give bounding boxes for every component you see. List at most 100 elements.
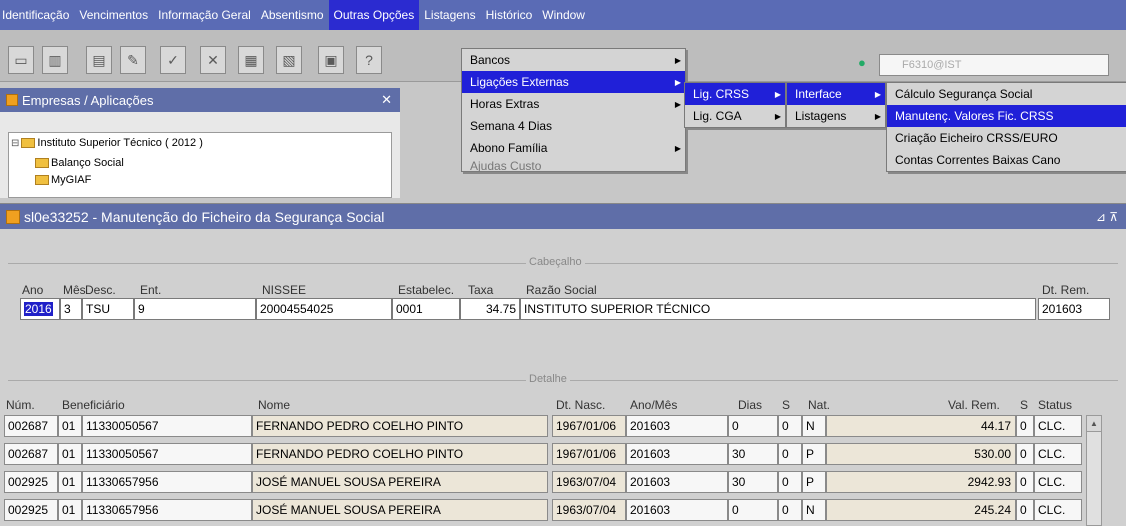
menu-item-lig-crss[interactable]: Lig. CRSS ▶ bbox=[685, 83, 785, 105]
table-cell[interactable]: P bbox=[802, 471, 826, 493]
table-icon[interactable]: ▧ bbox=[276, 46, 302, 74]
dt-rem-label: Dt. Rem. bbox=[1042, 283, 1090, 297]
table-cell[interactable]: CLC. bbox=[1034, 471, 1082, 493]
scroll-up-icon[interactable]: ▲ bbox=[1087, 416, 1101, 432]
expand-icon[interactable]: ⊟ bbox=[11, 138, 19, 149]
dt-rem-field[interactable]: 201603 bbox=[1038, 298, 1110, 320]
table-cell[interactable]: 01 bbox=[58, 443, 82, 465]
table-cell[interactable]: 002687 bbox=[4, 415, 58, 437]
table-cell[interactable]: 0 bbox=[1016, 471, 1034, 493]
table-cell[interactable]: 0 bbox=[728, 499, 778, 521]
table-cell[interactable]: 201603 bbox=[626, 471, 728, 493]
tree-item[interactable]: ⊟ Instituto Superior Técnico ( 2012 ) bbox=[9, 133, 391, 153]
table-cell[interactable]: 0 bbox=[778, 499, 802, 521]
table-cell[interactable]: 002925 bbox=[4, 471, 58, 493]
table-cell[interactable]: 0 bbox=[778, 471, 802, 493]
menu-absentismo[interactable]: Absentismo bbox=[256, 0, 329, 30]
estabelec-field[interactable]: 0001 bbox=[392, 298, 460, 320]
table-cell[interactable]: 11330657956 bbox=[82, 499, 252, 521]
menu-item-manutenc-valores-fic-crss[interactable]: Manutenç. Valores Fic. CRSS bbox=[887, 105, 1126, 127]
scrollbar[interactable]: ▲ bbox=[1086, 415, 1102, 526]
table-cell[interactable]: 002925 bbox=[4, 499, 58, 521]
table-cell[interactable]: N bbox=[802, 499, 826, 521]
col-nat: Nat. bbox=[808, 398, 831, 412]
save-icon[interactable]: ▤ bbox=[86, 46, 112, 74]
print-icon[interactable]: ▣ bbox=[318, 46, 344, 74]
menu-item-listagens[interactable]: Listagens ▶ bbox=[787, 105, 885, 127]
table-cell[interactable]: 11330050567 bbox=[82, 443, 252, 465]
tree-item[interactable]: Balanço Social bbox=[9, 153, 391, 173]
menu-item-criacao-ficheiro-crss-euro[interactable]: Criação Eicheiro CRSS/EURO bbox=[887, 127, 1126, 149]
window-controls-icon[interactable]: ⊿ ⊼ bbox=[1096, 210, 1118, 224]
table-cell[interactable]: N bbox=[802, 415, 826, 437]
table-cell[interactable]: 30 bbox=[728, 443, 778, 465]
table-cell[interactable]: CLC. bbox=[1034, 499, 1082, 521]
menu-informacao-geral[interactable]: Informação Geral bbox=[153, 0, 256, 30]
table-cell[interactable]: 201603 bbox=[626, 443, 728, 465]
help-icon[interactable]: ? bbox=[356, 46, 382, 74]
table-cell[interactable]: CLC. bbox=[1034, 415, 1082, 437]
delete-icon[interactable]: ✕ bbox=[200, 46, 226, 74]
open-icon[interactable]: ▥ bbox=[42, 46, 68, 74]
menu-item-calculo-seguranca-social[interactable]: Cálculo Segurança Social bbox=[887, 83, 1126, 105]
table-cell[interactable]: FERNANDO PEDRO COELHO PINTO bbox=[252, 415, 548, 437]
ent-field[interactable]: 9 bbox=[134, 298, 256, 320]
table-cell[interactable]: 01 bbox=[58, 499, 82, 521]
list-icon[interactable]: ▦ bbox=[238, 46, 264, 74]
table-cell[interactable]: 002687 bbox=[4, 443, 58, 465]
menu-item-interface[interactable]: Interface ▶ bbox=[787, 83, 885, 105]
menu-item-ajudas-custo[interactable]: Ajudas Custo bbox=[462, 159, 685, 171]
menu-item-lig-cga[interactable]: Lig. CGA ▶ bbox=[685, 105, 785, 127]
table-cell[interactable]: 2942.93 bbox=[826, 471, 1016, 493]
menu-identificacao[interactable]: Identificação bbox=[0, 0, 74, 30]
table-cell[interactable]: 201603 bbox=[626, 499, 728, 521]
menu-historico[interactable]: Histórico bbox=[481, 0, 538, 30]
table-cell[interactable]: P bbox=[802, 443, 826, 465]
menu-vencimentos[interactable]: Vencimentos bbox=[74, 0, 153, 30]
taxa-field[interactable]: 34.75 bbox=[460, 298, 520, 320]
table-cell[interactable]: 530.00 bbox=[826, 443, 1016, 465]
menu-item-bancos[interactable]: Bancos ▶ bbox=[462, 49, 685, 71]
table-cell[interactable]: 0 bbox=[778, 415, 802, 437]
table-cell[interactable]: JOSÉ MANUEL SOUSA PEREIRA bbox=[252, 471, 548, 493]
menu-outras-opcoes[interactable]: Outras Opções bbox=[328, 0, 420, 30]
table-cell[interactable]: 0 bbox=[728, 415, 778, 437]
table-cell[interactable]: 44.17 bbox=[826, 415, 1016, 437]
table-cell[interactable]: 01 bbox=[58, 471, 82, 493]
table-cell[interactable]: 30 bbox=[728, 471, 778, 493]
table-cell[interactable]: 0 bbox=[1016, 499, 1034, 521]
edit-icon[interactable]: ✎ bbox=[120, 46, 146, 74]
nissee-field[interactable]: 20004554025 bbox=[256, 298, 392, 320]
table-cell[interactable]: 1967/01/06 bbox=[552, 443, 626, 465]
table-cell[interactable]: 201603 bbox=[626, 415, 728, 437]
new-icon[interactable]: ▭ bbox=[8, 46, 34, 74]
table-cell[interactable]: 01 bbox=[58, 415, 82, 437]
menu-window[interactable]: Window bbox=[537, 0, 590, 30]
table-cell[interactable]: CLC. bbox=[1034, 443, 1082, 465]
table-cell[interactable]: JOSÉ MANUEL SOUSA PEREIRA bbox=[252, 499, 548, 521]
table-cell[interactable]: 0 bbox=[778, 443, 802, 465]
ano-field[interactable]: 2016 bbox=[20, 298, 60, 320]
table-cell[interactable]: 0 bbox=[1016, 443, 1034, 465]
table-cell[interactable]: 1963/07/04 bbox=[552, 471, 626, 493]
mes-field[interactable]: 3 bbox=[60, 298, 82, 320]
close-icon[interactable]: ✕ bbox=[381, 92, 392, 108]
table-cell[interactable]: 245.24 bbox=[826, 499, 1016, 521]
menu-item-abono-familia[interactable]: Abono Família ▶ bbox=[462, 137, 685, 159]
tree-item[interactable]: MyGIAF bbox=[9, 173, 391, 187]
table-cell[interactable]: 11330050567 bbox=[82, 415, 252, 437]
menu-listagens[interactable]: Listagens bbox=[419, 0, 480, 30]
menu-item-horas-extras[interactable]: Horas Extras ▶ bbox=[462, 93, 685, 115]
desc-field[interactable]: TSU bbox=[82, 298, 134, 320]
table-cell[interactable]: 0 bbox=[1016, 415, 1034, 437]
menu-item-ligacoes-externas[interactable]: Ligações Externas ▶ bbox=[462, 71, 685, 93]
table-cell[interactable]: 1967/01/06 bbox=[552, 415, 626, 437]
menu-item-contas-correntes-baixas[interactable]: Contas Correntes Baixas Cano bbox=[887, 149, 1126, 171]
menu-item-semana-4-dias[interactable]: Semana 4 Dias bbox=[462, 115, 685, 137]
col-nome: Nome bbox=[258, 398, 291, 412]
find-icon[interactable]: ✓ bbox=[160, 46, 186, 74]
table-cell[interactable]: 11330657956 bbox=[82, 471, 252, 493]
razao-social-field[interactable]: INSTITUTO SUPERIOR TÉCNICO bbox=[520, 298, 1036, 320]
table-cell[interactable]: 1963/07/04 bbox=[552, 499, 626, 521]
table-cell[interactable]: FERNANDO PEDRO COELHO PINTO bbox=[252, 443, 548, 465]
